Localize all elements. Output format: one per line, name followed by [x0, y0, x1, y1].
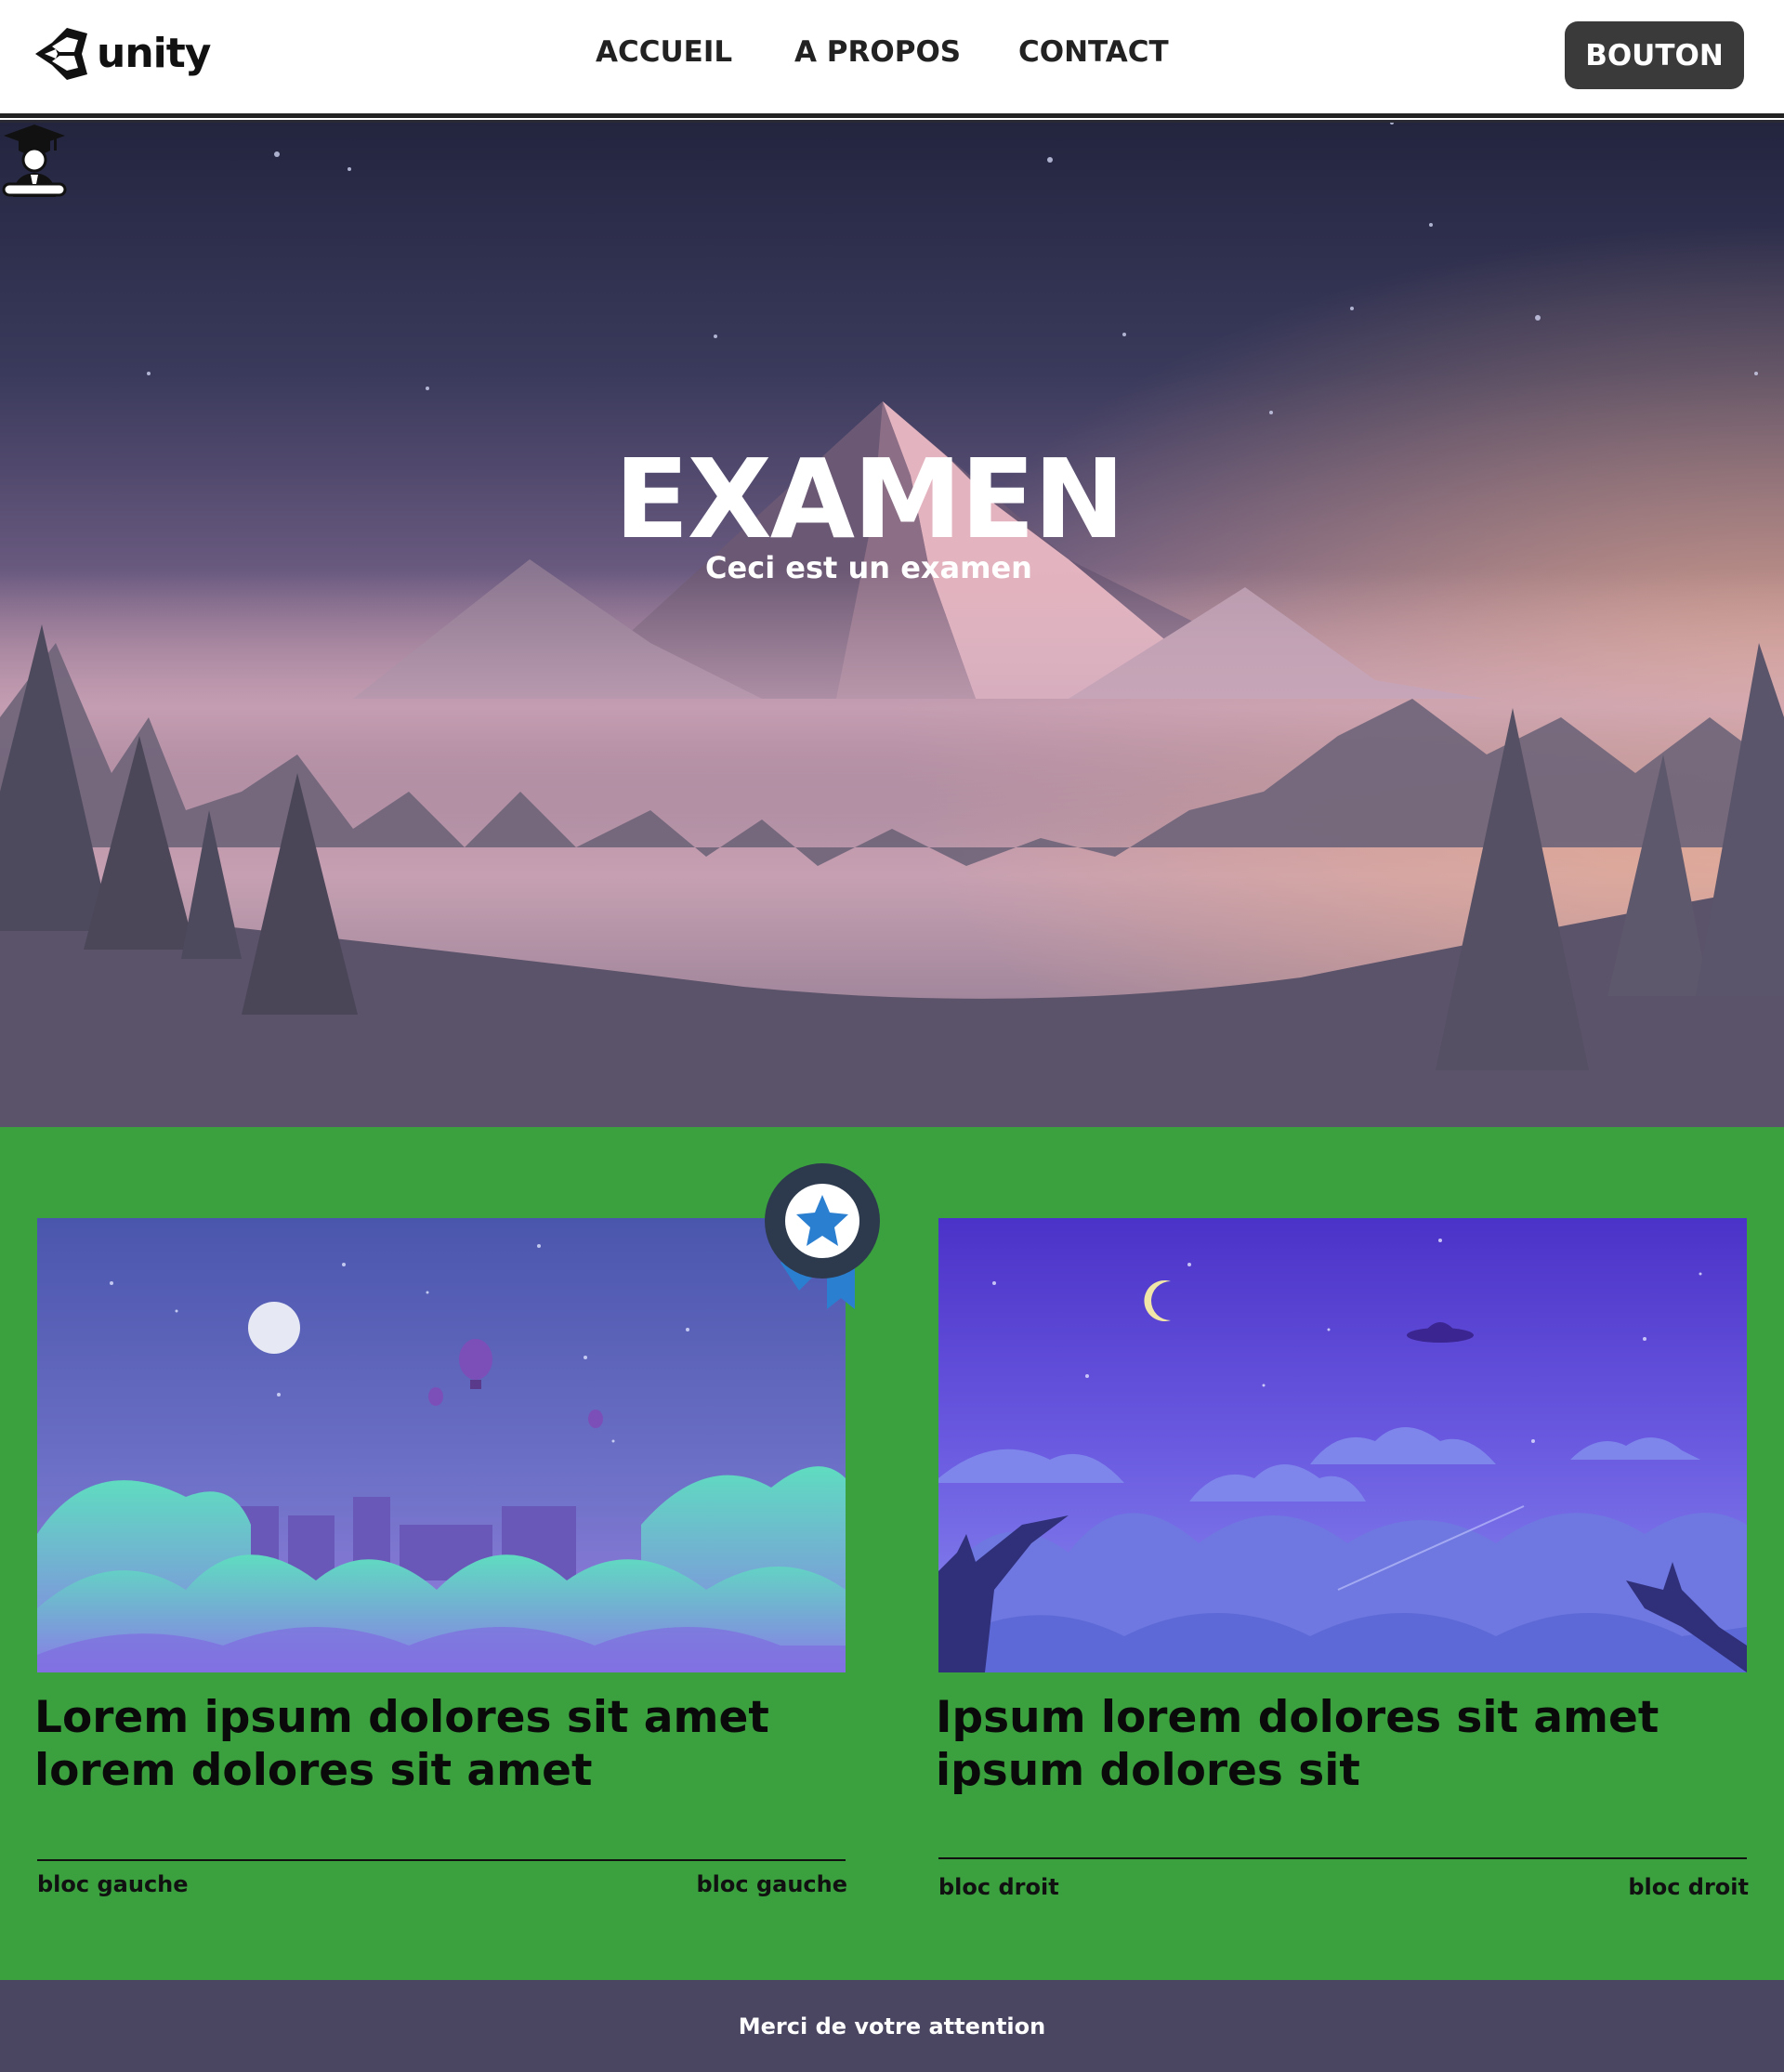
bouton-button[interactable]: BOUTON	[1565, 21, 1744, 89]
unity-cube-icon	[35, 28, 87, 80]
card-left-divider	[37, 1859, 846, 1861]
nav-divider	[0, 113, 1784, 123]
content-section: Lorem ipsum dolores sit amet lorem dolor…	[0, 1127, 1784, 1980]
menu-item-a-propos[interactable]: A PROPOS	[794, 35, 961, 69]
hero-title: EXAMEN	[614, 435, 1125, 563]
card-right-footer-right: bloc droit	[1628, 1874, 1749, 1900]
card-right-footer-left: bloc droit	[938, 1874, 1059, 1900]
logo-text: unity	[97, 29, 211, 77]
card-left-footer: bloc gauche bloc gauche	[37, 1871, 847, 1897]
card-right-divider	[938, 1857, 1747, 1859]
card-left-title: Lorem ipsum dolores sit amet lorem dolor…	[34, 1692, 769, 1796]
hero-banner: EXAMEN Ceci est un examen	[0, 123, 1784, 1127]
menu-item-accueil[interactable]: ACCUEIL	[596, 35, 732, 69]
unity-logo[interactable]: unity	[32, 24, 211, 82]
night-city-clouds-image	[37, 1218, 846, 1672]
card-left-footer-left: bloc gauche	[37, 1871, 189, 1897]
card-left-footer-right: bloc gauche	[696, 1871, 847, 1897]
night-clouds-ufo-image	[938, 1218, 1747, 1672]
card-right: Ipsum lorem dolores sit amet ipsum dolor…	[936, 1218, 1749, 1900]
hero-subtitle: Ceci est un examen	[705, 550, 1032, 585]
graduate-icon	[2, 125, 67, 197]
menu-item-contact[interactable]: CONTACT	[1018, 35, 1169, 69]
footer-text: Merci de votre attention	[738, 2013, 1046, 2039]
mountain-landscape-image	[0, 123, 1784, 1127]
page-footer: Merci de votre attention	[0, 1980, 1784, 2072]
card-left: Lorem ipsum dolores sit amet lorem dolor…	[34, 1163, 880, 1897]
card-right-title: Ipsum lorem dolores sit amet ipsum dolor…	[936, 1692, 1659, 1796]
award-badge-icon	[765, 1163, 880, 1309]
card-right-footer: bloc droit bloc droit	[938, 1874, 1749, 1900]
top-navbar: unity ACCUEIL A PROPOS CONTACT BOUTON	[0, 0, 1784, 113]
